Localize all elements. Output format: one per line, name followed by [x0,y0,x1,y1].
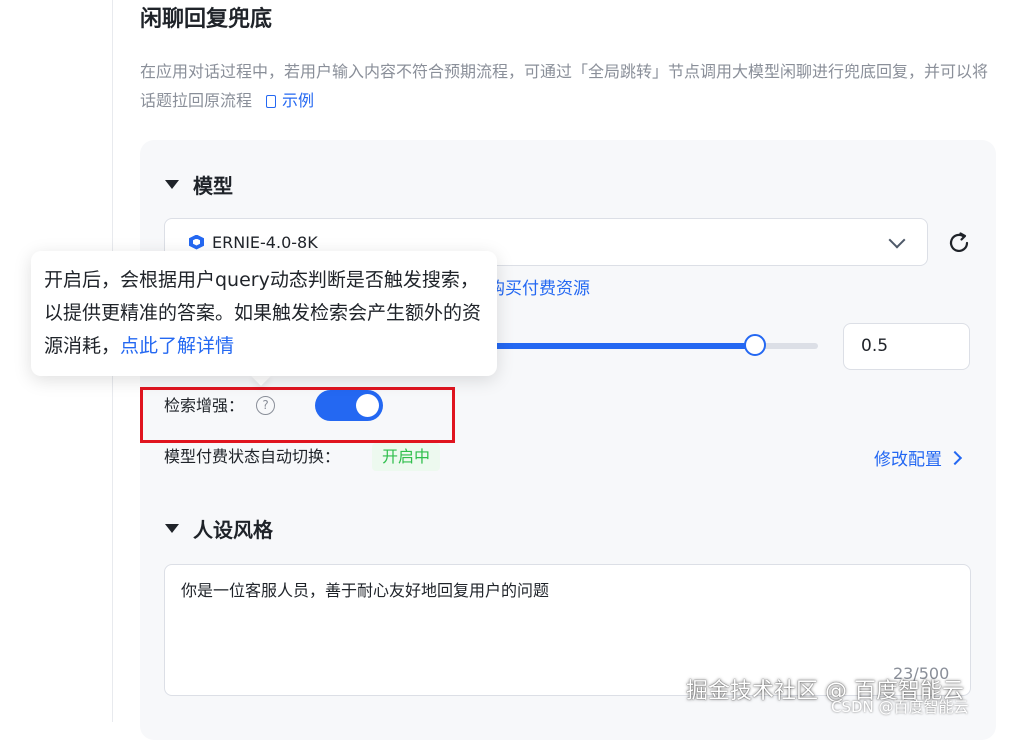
temperature-slider-track[interactable] [480,343,818,349]
section-description: 在应用对话过程中，若用户输入内容不符合预期流程，可通过「全局跳转」节点调用大模型… [140,57,1000,115]
highlight-annotation [140,387,455,443]
persona-section-title: 人设风格 [193,518,273,542]
buy-paid-resource-link[interactable]: 购买付费资源 [488,274,590,299]
tooltip-text: 开启后，会根据用户query动态判断是否触发搜索，以提供更精准的答案。如果触发检… [44,269,482,357]
model-logo-icon [189,234,204,250]
refresh-icon[interactable] [946,230,972,256]
search-enhance-tooltip: 开启后，会根据用户query动态判断是否触发搜索，以提供更精准的答案。如果触发检… [31,251,497,376]
model-select-value: ERNIE-4.0-8K [212,232,318,252]
tooltip-learn-more-link[interactable]: 点此了解详情 [120,335,234,357]
modify-config-link[interactable]: 修改配置 [874,445,963,470]
example-link[interactable]: 示例 [266,91,314,110]
model-section-header[interactable]: 模型 [165,170,233,199]
watermark-sub: CSDN @百度智能云 [831,698,969,716]
persona-section-header[interactable]: 人设风格 [165,514,273,543]
temperature-input[interactable]: 0.5 [843,323,970,370]
temperature-slider-thumb[interactable] [744,334,766,356]
modify-config-label: 修改配置 [874,450,942,470]
auto-switch-label: 模型付费状态自动切换： [164,447,341,466]
chevron-down-icon [888,231,906,249]
model-section-title: 模型 [193,174,233,198]
status-badge: 开启中 [372,443,441,471]
page-title: 闲聊回复兜底 [140,7,273,32]
document-icon [266,95,277,108]
caret-down-icon [165,524,179,533]
persona-text: 你是一位客服人员，善于耐心友好地回复用户的问题 [181,581,550,600]
example-link-label: 示例 [282,91,315,110]
caret-down-icon [165,180,179,189]
temperature-slider-fill [480,343,755,349]
chevron-right-icon [947,450,963,465]
